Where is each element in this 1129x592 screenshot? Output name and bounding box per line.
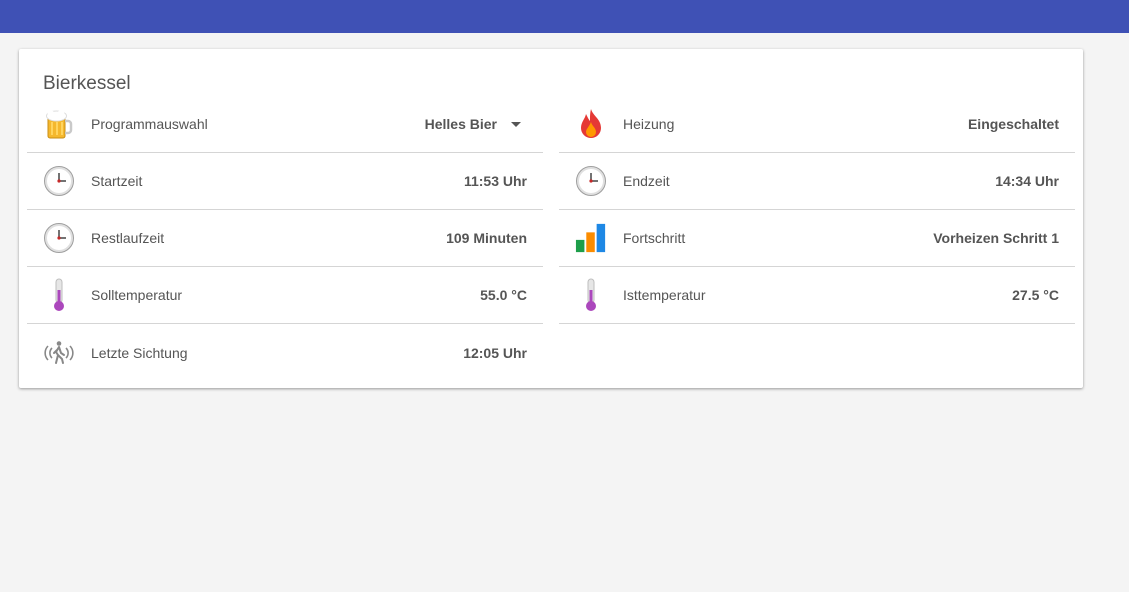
- programmauswahl-label: Programmauswahl: [91, 116, 208, 132]
- motion-sensor-icon: [43, 337, 75, 369]
- letzte-sichtung-value: 12:05 Uhr: [463, 344, 527, 361]
- programm-select-value[interactable]: Helles Bier: [425, 116, 497, 132]
- row-fortschritt: Fortschritt Vorheizen Schritt 1: [559, 210, 1075, 267]
- heizung-value: Eingeschaltet: [967, 116, 1059, 132]
- restlaufzeit-label: Restlaufzeit: [91, 230, 165, 246]
- clock-icon: [43, 222, 75, 254]
- bierkessel-card: Bierkessel Programmauswahl Helles Bier S…: [19, 49, 1083, 388]
- row-startzeit: Startzeit 11:53 Uhr: [27, 153, 543, 210]
- row-solltemperatur: Solltemperatur 55.0 °C: [27, 267, 543, 324]
- fortschritt-value: Vorheizen Schritt 1: [933, 230, 1059, 246]
- startzeit-value: 11:53 Uhr: [463, 173, 527, 189]
- fire-icon: [575, 108, 607, 140]
- row-heizung: Heizung Eingeschaltet: [559, 96, 1075, 153]
- card-title: Bierkessel: [43, 73, 131, 94]
- startzeit-label: Startzeit: [91, 173, 143, 189]
- heizung-label: Heizung: [623, 116, 675, 132]
- restlaufzeit-value: 109 Minuten: [446, 230, 527, 246]
- row-restlaufzeit: Restlaufzeit 109 Minuten: [27, 210, 543, 267]
- fortschritt-label: Fortschritt: [623, 230, 686, 246]
- thermometer-icon: [575, 278, 607, 311]
- thermometer-icon: [43, 278, 75, 311]
- letzte-sichtung-label: Letzte Sichtung: [91, 344, 188, 361]
- beer-mug-icon: [43, 108, 75, 140]
- solltemperatur-value: 55.0 °C: [480, 287, 527, 303]
- left-column: Programmauswahl Helles Bier Startzeit 11…: [27, 96, 543, 381]
- solltemperatur-label: Solltemperatur: [91, 287, 183, 303]
- bar-chart-icon: [575, 222, 607, 254]
- row-letzte-sichtung: Letzte Sichtung 12:05 Uhr: [27, 324, 543, 381]
- row-isttemperatur: Isttemperatur 27.5 °C: [559, 267, 1075, 324]
- app-header-bar: [0, 0, 1129, 33]
- clock-icon: [43, 165, 75, 197]
- isttemperatur-value: 27.5 °C: [1012, 287, 1059, 303]
- isttemperatur-label: Isttemperatur: [623, 287, 706, 303]
- right-column: Heizung Eingeschaltet Endzeit 14:34 Uhr: [559, 96, 1075, 324]
- programm-select[interactable]: Helles Bier: [425, 116, 521, 132]
- row-endzeit: Endzeit 14:34 Uhr: [559, 153, 1075, 210]
- clock-icon: [575, 165, 607, 197]
- endzeit-label: Endzeit: [623, 173, 670, 189]
- chevron-down-icon[interactable]: [511, 121, 521, 127]
- row-programmauswahl: Programmauswahl Helles Bier: [27, 96, 543, 153]
- endzeit-value: 14:34 Uhr: [995, 173, 1059, 189]
